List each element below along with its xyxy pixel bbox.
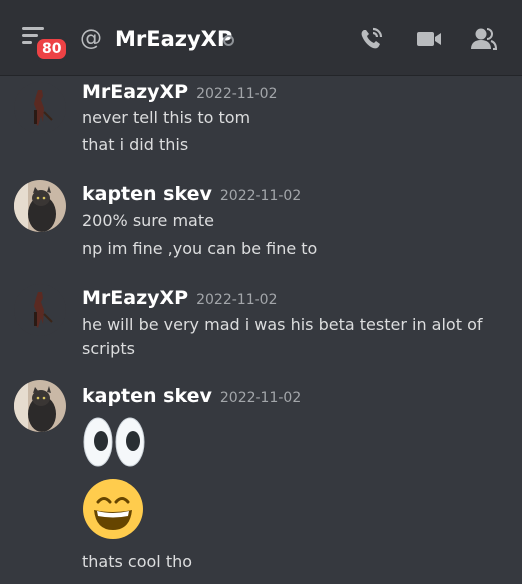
message-group: MrEazyXP 2022-11-02 he will be very mad i… [0,282,522,374]
message-timestamp: 2022-11-02 [219,188,302,204]
members-icon [471,28,498,50]
author-name[interactable]: MrEazyXP [82,287,188,309]
user-avatar-image [14,82,66,134]
call-button[interactable] [356,24,386,54]
message-author[interactable]: kapten skev 2022-11-02 [82,384,301,410]
user-avatar-image [14,284,66,336]
avatar[interactable] [14,284,66,336]
call-icon [361,27,383,49]
message-timestamp: 2022-11-02 [219,390,302,406]
message-author[interactable]: kapten skev 2022-11-02 [82,182,301,208]
message-text: 200% sure mate [82,211,214,230]
message-timestamp: 2022-11-02 [196,86,278,102]
author-name[interactable]: MrEazyXP [82,81,188,103]
menu-icon-bar [22,34,38,37]
message-text: that i did this [82,135,189,154]
avatar[interactable] [14,82,66,134]
avatar[interactable] [14,380,66,432]
eyes-emoji[interactable] [82,416,146,472]
eyes-emoji-icon [83,417,145,467]
menu-button[interactable]: 80 [22,27,70,62]
video-icon [417,32,441,46]
offline-status-icon [223,35,234,46]
author-name[interactable]: kapten skev [82,385,212,407]
author-name[interactable]: kapten skev [82,183,212,205]
message-author[interactable]: MrEazyXP 2022-11-02 [82,286,277,312]
menu-icon [22,27,44,30]
user-avatar-image [14,180,66,232]
message-timestamp: 2022-11-02 [196,292,278,308]
channel-name: MrEazyXP [115,27,233,51]
message-group: MrEazyXP 2022-11-02 never tell this to to… [0,76,522,168]
unread-badge: 80 [34,36,70,62]
user-avatar-image [14,380,66,432]
message-text: thats cool tho [82,552,193,571]
members-button[interactable] [468,24,498,54]
grinning-emoji[interactable] [82,478,144,544]
message-group: kapten skev 2022-11-02 thats cool tho [0,380,522,584]
video-button[interactable] [414,24,444,54]
menu-icon-bar [22,41,32,44]
message-text: never tell this to tom [82,108,251,127]
at-icon: @ [80,26,102,51]
message-text: np im fine ,you can be fine to [82,239,318,258]
channel-header: 80 @ MrEazyXP [0,0,522,76]
avatar[interactable] [14,180,66,232]
message-text: he will be very mad i was his beta teste… [82,315,483,334]
grinning-emoji-icon [83,479,143,539]
message-text: scripts [82,339,135,358]
message-author[interactable]: MrEazyXP 2022-11-02 [82,80,277,106]
message-group: kapten skev 2022-11-02 200% sure mate np … [0,178,522,270]
